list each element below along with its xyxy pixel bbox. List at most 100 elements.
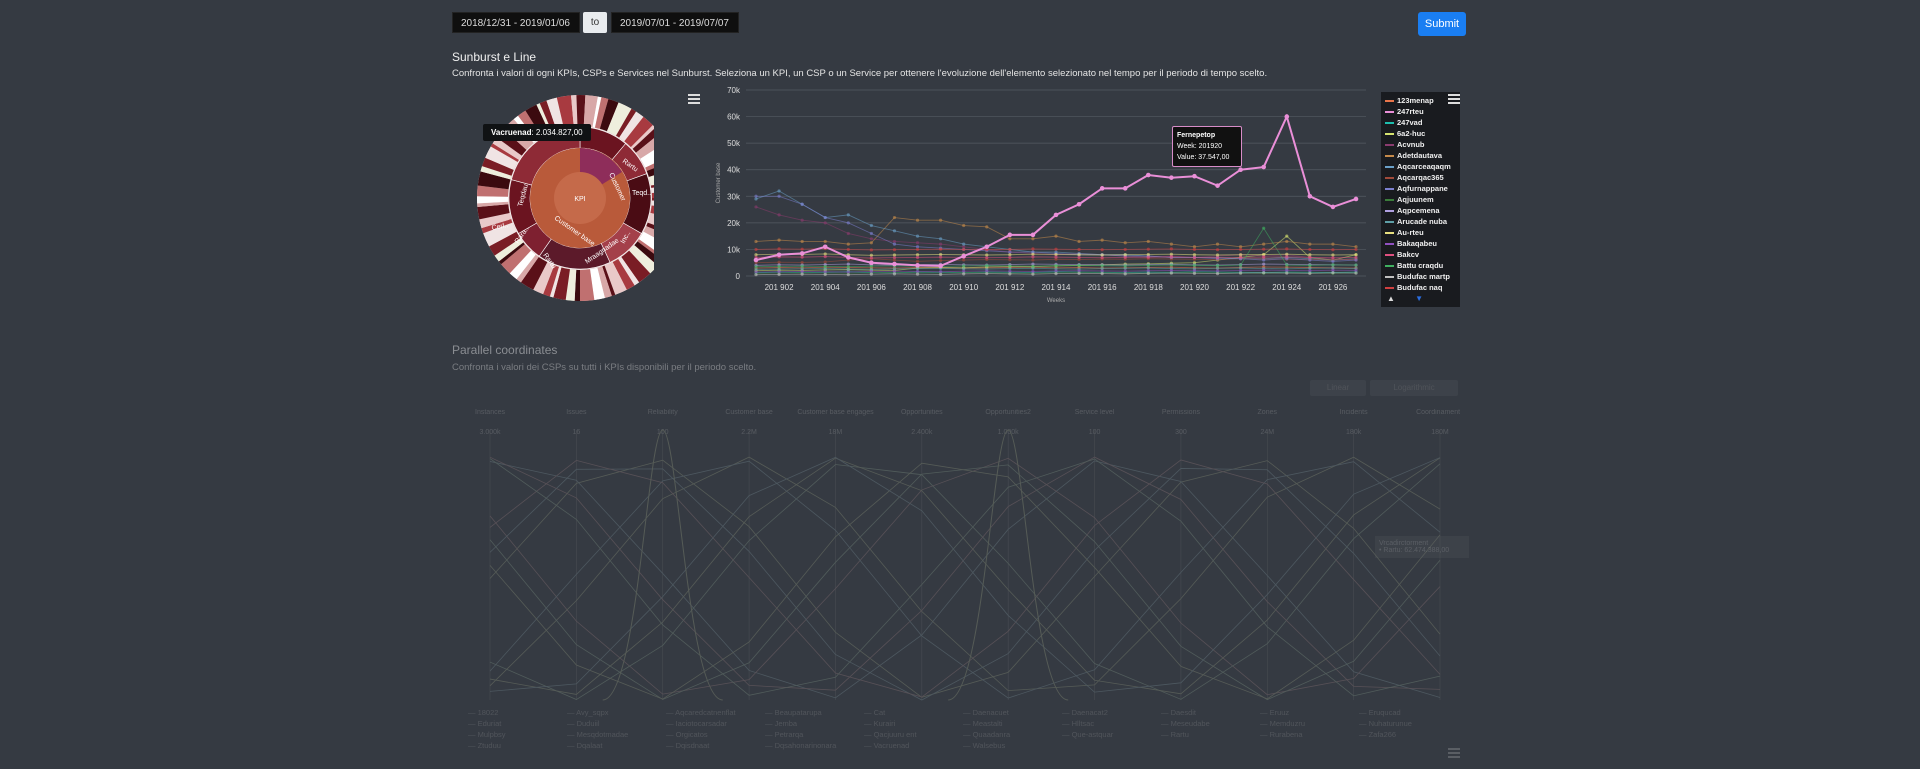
data-point[interactable] xyxy=(1285,263,1289,267)
parallel-legend-item[interactable]: — Cat xyxy=(864,707,917,718)
data-point[interactable] xyxy=(892,215,897,220)
parallel-line[interactable] xyxy=(489,459,1441,698)
data-point[interactable] xyxy=(1099,186,1105,191)
data-point[interactable] xyxy=(799,251,805,256)
data-point[interactable] xyxy=(754,273,758,277)
data-point[interactable] xyxy=(869,223,873,228)
data-point[interactable] xyxy=(892,256,897,260)
data-point[interactable] xyxy=(1354,271,1358,275)
data-point[interactable] xyxy=(939,255,943,259)
data-point[interactable] xyxy=(1100,272,1104,276)
data-point[interactable] xyxy=(1169,175,1174,180)
legend-item[interactable]: 6a2-huc xyxy=(1381,128,1460,139)
parallel-line[interactable] xyxy=(489,456,1441,693)
data-point[interactable] xyxy=(777,247,781,251)
data-point[interactable] xyxy=(1239,263,1243,267)
data-point[interactable] xyxy=(1192,263,1197,267)
data-point[interactable] xyxy=(1169,255,1173,259)
line-chart[interactable]: 0 10k 20k 30k 40k 50k 60k 70k 201 902 201 904 201 … xyxy=(710,82,1380,310)
data-point[interactable] xyxy=(1146,247,1150,251)
parallel-legend-item[interactable]: — Vacruenad xyxy=(864,740,917,751)
data-point[interactable] xyxy=(1308,242,1312,246)
data-point[interactable] xyxy=(869,256,873,260)
parallel-legend-item[interactable]: — Que-astquar xyxy=(1062,729,1113,740)
legend-item[interactable]: Adetdautava xyxy=(1381,150,1460,161)
data-point[interactable] xyxy=(754,205,758,209)
data-point[interactable] xyxy=(800,202,804,206)
data-point[interactable] xyxy=(1215,256,1220,260)
parallel-legend-item[interactable]: — Beaupatarupa xyxy=(765,707,836,718)
data-point[interactable] xyxy=(869,231,873,236)
data-point[interactable] xyxy=(962,264,966,268)
parallel-coordinates-chart[interactable]: Instances 3.000k Issues 16 Reliability 100 Cus… xyxy=(468,400,1460,705)
data-point[interactable] xyxy=(1169,242,1173,246)
data-point[interactable] xyxy=(1239,271,1243,275)
data-point[interactable] xyxy=(892,229,897,233)
data-point[interactable] xyxy=(1053,212,1059,218)
data-point[interactable] xyxy=(846,273,850,277)
data-point[interactable] xyxy=(1215,248,1220,252)
data-point[interactable] xyxy=(1262,262,1266,266)
data-point[interactable] xyxy=(1215,272,1220,276)
parallel-legend-item[interactable]: — Eduriat xyxy=(468,718,506,729)
data-point[interactable] xyxy=(1054,234,1058,238)
parallel-legend-item[interactable]: — Meastalti xyxy=(963,718,1010,729)
data-point[interactable] xyxy=(823,221,827,225)
legend-item[interactable]: Battu craqdu xyxy=(1381,260,1460,271)
data-point[interactable] xyxy=(823,239,827,244)
data-point[interactable] xyxy=(1215,183,1220,188)
data-point[interactable] xyxy=(1262,258,1266,262)
legend-item[interactable]: Aqfurnappane xyxy=(1381,183,1460,194)
data-point[interactable] xyxy=(892,242,897,246)
data-point[interactable] xyxy=(915,272,920,276)
data-point[interactable] xyxy=(800,239,804,244)
data-point[interactable] xyxy=(915,234,920,238)
data-point[interactable] xyxy=(1308,271,1312,275)
data-point[interactable] xyxy=(754,265,758,269)
data-point[interactable] xyxy=(915,247,920,252)
data-point[interactable] xyxy=(754,194,758,198)
data-point[interactable] xyxy=(1215,242,1220,246)
data-point[interactable] xyxy=(823,215,827,220)
data-point[interactable] xyxy=(1100,256,1104,260)
data-point[interactable] xyxy=(1262,226,1266,230)
data-point[interactable] xyxy=(1331,271,1335,275)
data-point[interactable] xyxy=(1031,272,1035,276)
data-point[interactable] xyxy=(846,242,850,246)
data-point[interactable] xyxy=(939,237,943,241)
data-point[interactable] xyxy=(939,247,943,251)
parallel-line[interactable] xyxy=(489,457,1441,695)
data-point[interactable] xyxy=(1192,255,1197,259)
data-point[interactable] xyxy=(1215,264,1220,268)
data-point[interactable] xyxy=(800,272,804,276)
data-point[interactable] xyxy=(1031,237,1035,241)
parallel-legend-item[interactable]: — Daenacat2 xyxy=(1062,707,1113,718)
parallel-legend-item[interactable]: — Dqalaat xyxy=(567,740,628,751)
data-point[interactable] xyxy=(1307,193,1313,199)
data-point[interactable] xyxy=(846,255,851,260)
data-point[interactable] xyxy=(846,265,850,269)
data-point[interactable] xyxy=(962,223,966,228)
legend-item[interactable]: Bakcv xyxy=(1381,249,1460,260)
data-point[interactable] xyxy=(1076,201,1082,207)
data-point[interactable] xyxy=(1262,255,1266,259)
data-point[interactable] xyxy=(915,241,920,245)
data-point[interactable] xyxy=(800,255,804,259)
parallel-legend-item[interactable]: — Rartu xyxy=(1161,729,1210,740)
data-point[interactable] xyxy=(1123,241,1127,245)
parallel-legend-item[interactable]: — Iaciotocarsadar xyxy=(666,718,736,729)
data-point[interactable] xyxy=(1354,255,1358,259)
data-point[interactable] xyxy=(1123,255,1127,259)
parallel-line[interactable] xyxy=(489,457,1441,696)
data-point[interactable] xyxy=(800,247,804,251)
parallel-legend-item[interactable]: — Qacjuuru ent xyxy=(864,729,917,740)
parallel-legend-item[interactable]: — Jemba xyxy=(765,718,836,729)
parallel-legend-item[interactable]: — Mulpbsy xyxy=(468,729,506,740)
data-point[interactable] xyxy=(1239,255,1243,259)
data-point[interactable] xyxy=(1008,247,1012,252)
parallel-legend-item[interactable]: — Daenacuet xyxy=(963,707,1010,718)
data-point[interactable] xyxy=(1262,242,1266,246)
data-point[interactable] xyxy=(1354,247,1358,252)
data-point[interactable] xyxy=(1008,272,1012,276)
data-point[interactable] xyxy=(1008,237,1012,241)
